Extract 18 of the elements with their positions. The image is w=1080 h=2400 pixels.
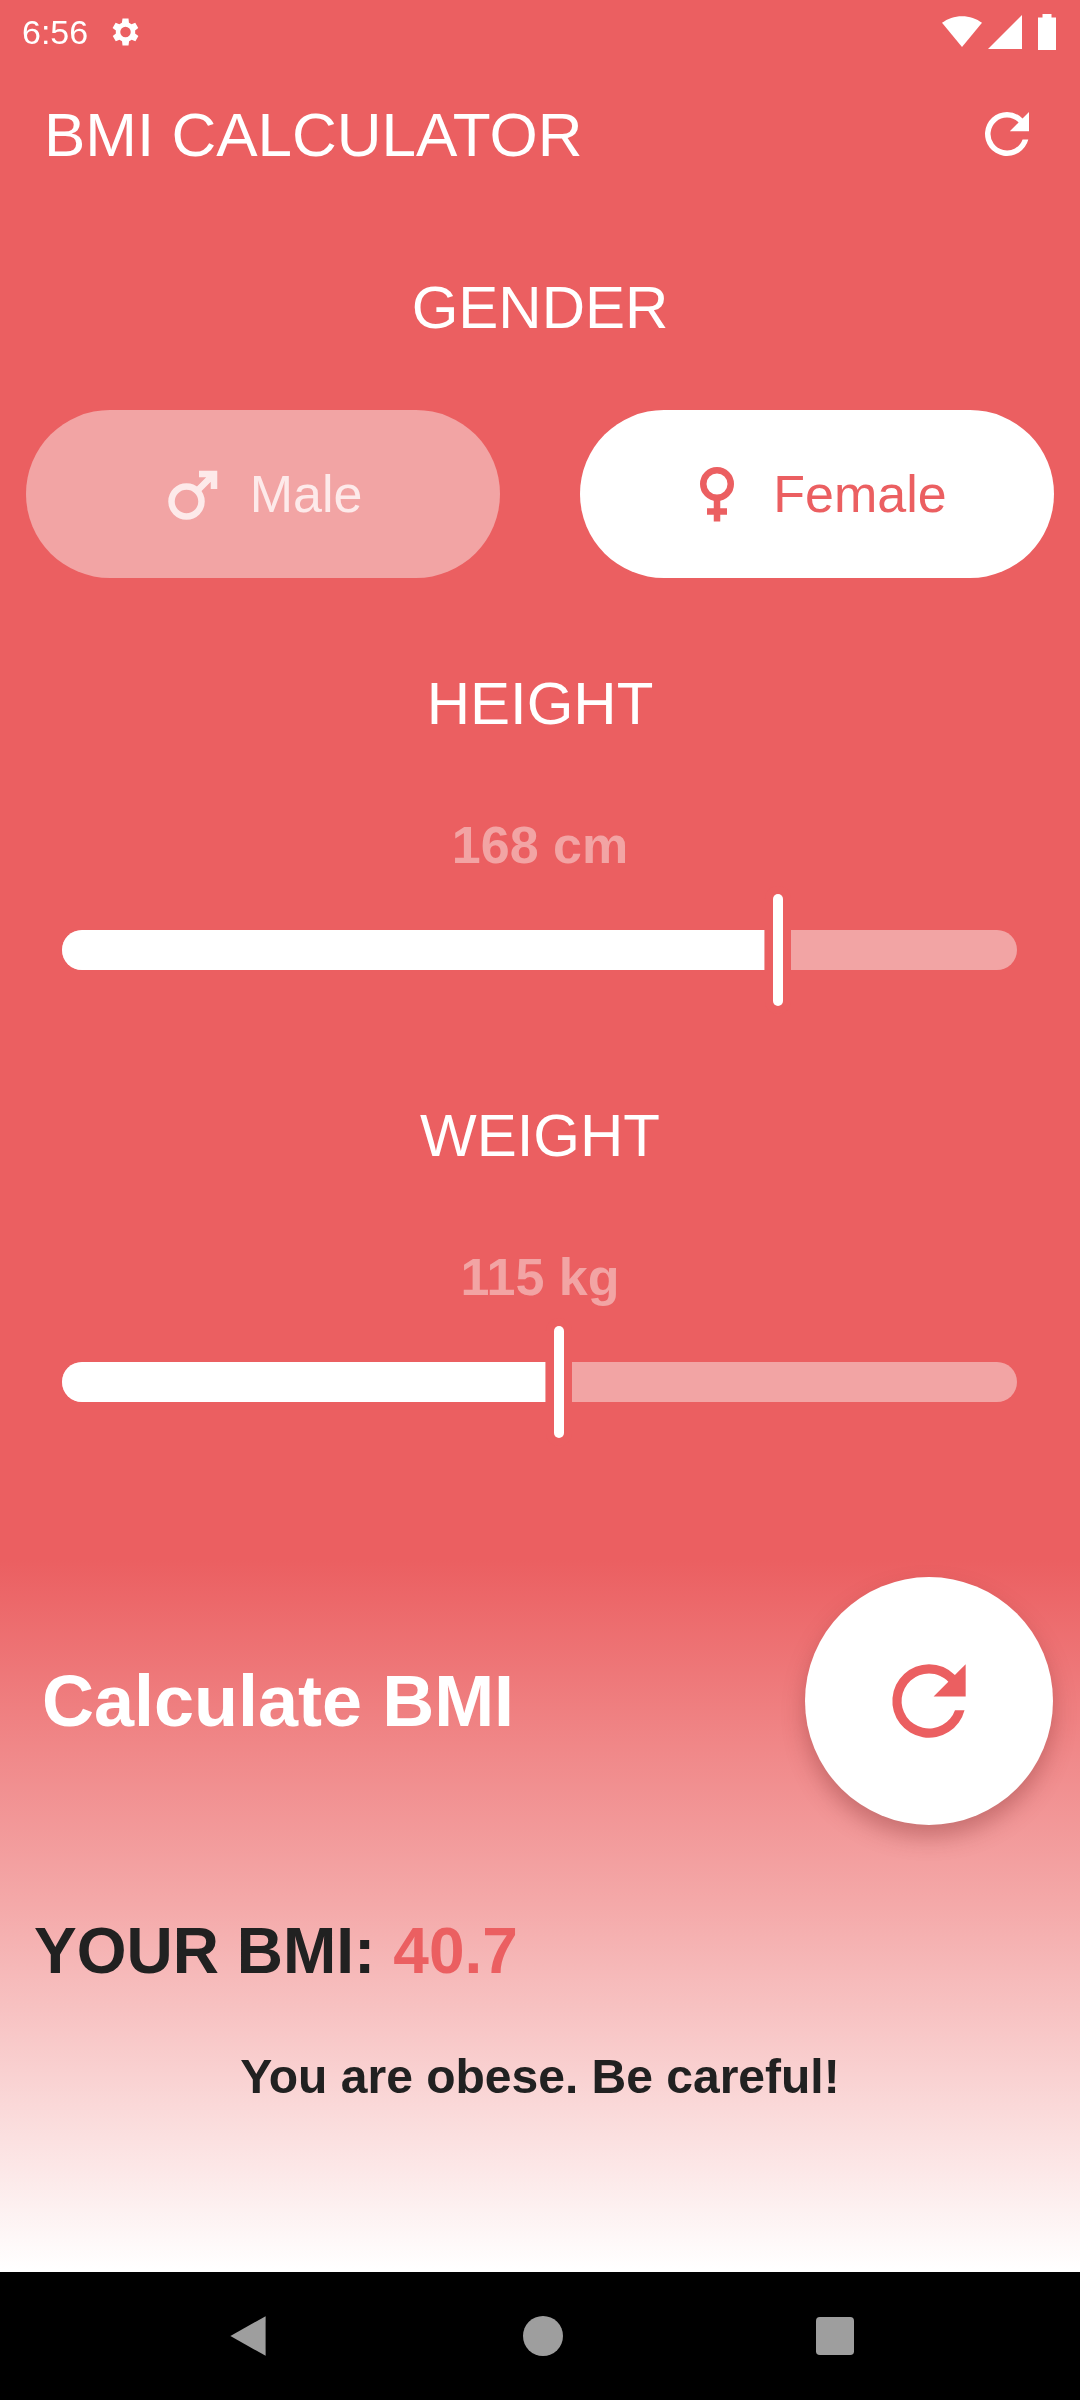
- female-button[interactable]: Female: [580, 410, 1054, 578]
- slider-label: WEIGHT: [420, 1100, 660, 1170]
- home-icon[interactable]: [523, 2316, 563, 2356]
- bmi-message: You are obese. Be careful!: [240, 2048, 840, 2104]
- slider-label: HEIGHT: [426, 668, 654, 738]
- calculate-label: Calculate BMI: [42, 1660, 516, 1742]
- slider-value: 168 cm: [451, 815, 629, 875]
- slider-value: 115 kg: [460, 1247, 620, 1307]
- gender-heading: GENDER: [411, 272, 669, 342]
- status-time: 6:56: [22, 12, 89, 52]
- male-button[interactable]: Male: [26, 410, 500, 578]
- app-title: BMI CALCULATOR: [44, 98, 584, 170]
- battery-icon: [1036, 14, 1058, 50]
- signal-icon: [988, 15, 1022, 49]
- recents-icon[interactable]: [815, 2317, 854, 2355]
- wifi-icon: [942, 15, 982, 49]
- bmi-label: YOUR BMI:: [34, 1914, 376, 1988]
- bmi-value: 40.7: [393, 1914, 518, 1988]
